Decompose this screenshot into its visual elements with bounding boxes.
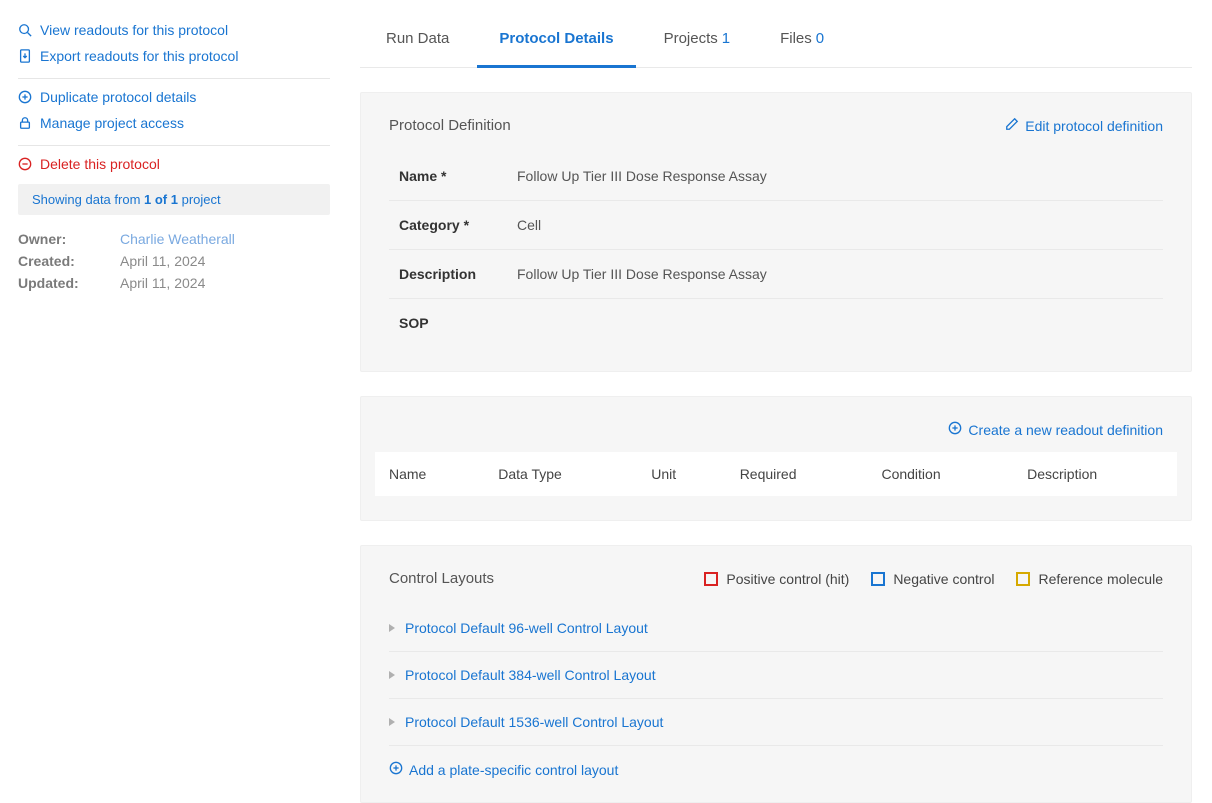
protocol-definition-panel: Protocol Definition Edit protocol defini…	[360, 92, 1192, 372]
sidebar: View readouts for this protocol Export r…	[0, 0, 340, 803]
legend-negative: Negative control	[871, 571, 994, 587]
lock-icon	[18, 116, 32, 130]
control-layouts-panel: Control Layouts Positive control (hit) N…	[360, 545, 1192, 803]
updated-label: Updated:	[18, 275, 96, 291]
plus-circle-icon	[948, 421, 962, 438]
side-link-label: Duplicate protocol details	[40, 89, 196, 105]
info-value-description: Follow Up Tier III Dose Response Assay	[517, 266, 767, 282]
control-layout-row[interactable]: Protocol Default 1536-well Control Layou…	[389, 699, 1163, 746]
caret-right-icon	[389, 624, 395, 632]
export-readouts-link[interactable]: Export readouts for this protocol	[18, 46, 330, 66]
tab-files[interactable]: Files0	[776, 20, 828, 67]
square-icon	[704, 572, 718, 586]
create-readout-definition-link[interactable]: Create a new readout definition	[948, 421, 1163, 438]
info-label-name: Name *	[399, 168, 517, 184]
readouts-table: Name Data Type Unit Required Condition D…	[375, 452, 1177, 496]
th-description[interactable]: Description	[1013, 452, 1177, 496]
tab-run-data[interactable]: Run Data	[382, 20, 453, 67]
square-icon	[1016, 572, 1030, 586]
info-label-description: Description	[399, 266, 517, 282]
add-control-layout-link[interactable]: Add a plate-specific control layout	[389, 761, 618, 778]
side-link-label: Delete this protocol	[40, 156, 160, 172]
th-name[interactable]: Name	[375, 452, 484, 496]
th-unit[interactable]: Unit	[637, 452, 725, 496]
control-layout-label: Protocol Default 384-well Control Layout	[405, 667, 656, 683]
created-value: April 11, 2024	[120, 253, 205, 269]
info-value-category: Cell	[517, 217, 541, 233]
caret-right-icon	[389, 671, 395, 679]
side-link-label: Export readouts for this protocol	[40, 48, 238, 64]
pencil-icon	[1005, 117, 1019, 134]
tab-projects[interactable]: Projects1	[660, 20, 735, 67]
legend-positive: Positive control (hit)	[704, 571, 849, 587]
panel-title: Protocol Definition	[389, 117, 511, 134]
view-readouts-link[interactable]: View readouts for this protocol	[18, 20, 330, 40]
control-layout-label: Protocol Default 1536-well Control Layou…	[405, 714, 663, 730]
delete-link[interactable]: Delete this protocol	[18, 154, 330, 174]
minus-circle-icon	[18, 157, 32, 171]
manage-access-link[interactable]: Manage project access	[18, 113, 330, 133]
th-condition[interactable]: Condition	[867, 452, 1013, 496]
control-layout-row[interactable]: Protocol Default 384-well Control Layout	[389, 652, 1163, 699]
panel-title: Control Layouts	[389, 570, 494, 587]
legend: Positive control (hit) Negative control …	[704, 571, 1163, 587]
info-label-category: Category *	[399, 217, 517, 233]
side-link-label: Manage project access	[40, 115, 184, 131]
updated-value: April 11, 2024	[120, 275, 205, 291]
legend-reference: Reference molecule	[1016, 571, 1163, 587]
export-icon	[18, 49, 32, 63]
plus-circle-icon	[18, 90, 32, 104]
info-label-sop: SOP	[399, 315, 517, 331]
info-value-name: Follow Up Tier III Dose Response Assay	[517, 168, 767, 184]
square-icon	[871, 572, 885, 586]
plus-circle-icon	[389, 761, 403, 778]
created-label: Created:	[18, 253, 96, 269]
duplicate-link[interactable]: Duplicate protocol details	[18, 87, 330, 107]
th-required[interactable]: Required	[726, 452, 868, 496]
edit-protocol-definition-link[interactable]: Edit protocol definition	[1005, 117, 1163, 134]
tabs: Run Data Protocol Details Projects1 File…	[360, 20, 1192, 68]
search-icon	[18, 23, 32, 37]
control-layout-label: Protocol Default 96-well Control Layout	[405, 620, 648, 636]
owner-value[interactable]: Charlie Weatherall	[120, 231, 235, 247]
main: Run Data Protocol Details Projects1 File…	[340, 0, 1212, 803]
th-data-type[interactable]: Data Type	[484, 452, 637, 496]
control-layout-row[interactable]: Protocol Default 96-well Control Layout	[389, 605, 1163, 652]
tab-protocol-details[interactable]: Protocol Details	[495, 20, 617, 67]
owner-label: Owner:	[18, 231, 96, 247]
side-link-label: View readouts for this protocol	[40, 22, 228, 38]
layout: View readouts for this protocol Export r…	[0, 0, 1212, 803]
caret-right-icon	[389, 718, 395, 726]
projects-badge[interactable]: Showing data from 1 of 1 project	[18, 184, 330, 215]
readout-definitions-panel: Create a new readout definition Name Dat…	[360, 396, 1192, 521]
